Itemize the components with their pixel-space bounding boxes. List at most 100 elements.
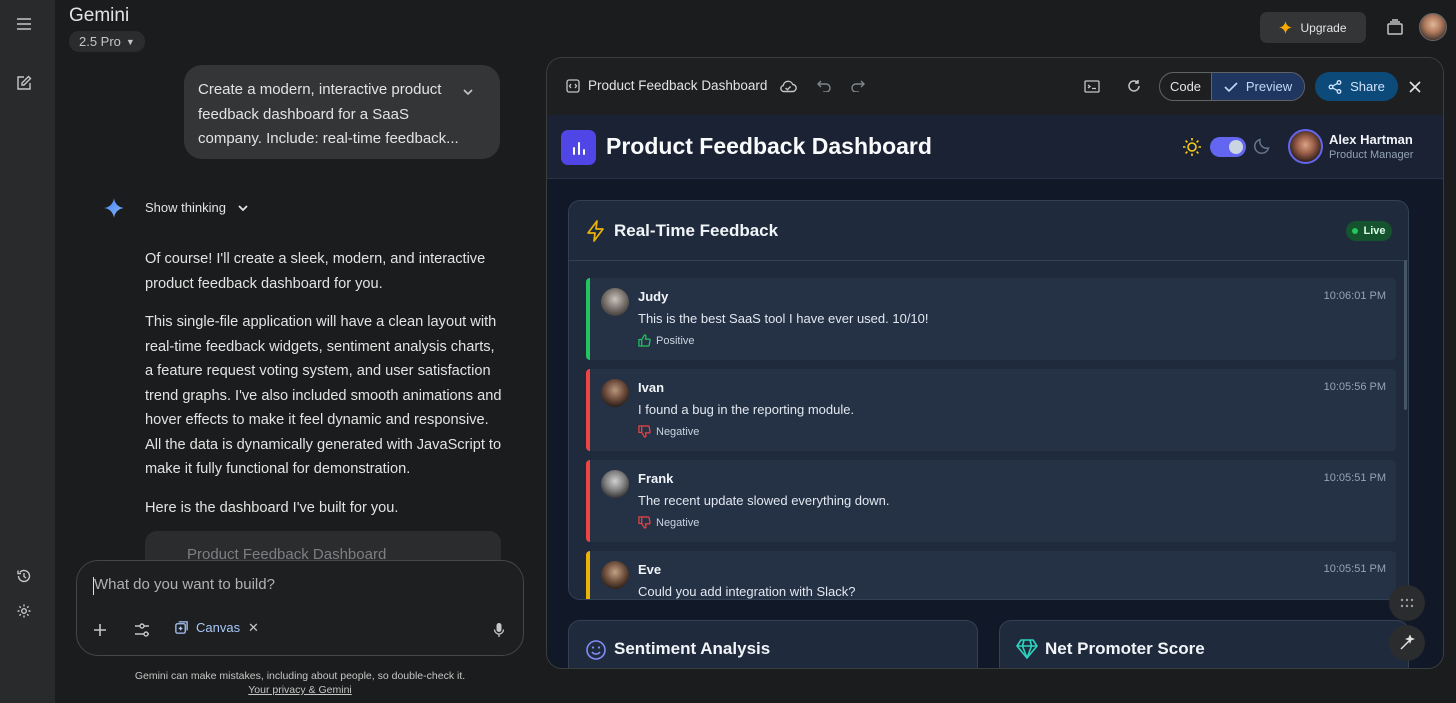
feedback-list: Judy This is the best SaaS tool I have e… [569,261,1408,599]
feedback-item[interactable]: Judy This is the best SaaS tool I have e… [586,278,1396,360]
dashboard-preview: Product Feedback Dashboard Alex Hartman … [547,115,1443,668]
sun-icon [1182,137,1202,157]
nps-title: Net Promoter Score [1045,639,1205,658]
account-avatar[interactable] [1419,13,1447,41]
feedback-item[interactable]: Ivan I found a bug in the reporting modu… [586,369,1396,451]
disclaimer: Gemini can make mistakes, including abou… [76,669,524,697]
cloud-saved-icon[interactable] [778,76,798,96]
view-toggle: Code Preview [1159,72,1305,101]
chevron-down-icon [238,204,248,211]
gemini-sparkle-icon [104,198,124,218]
app-title: Gemini [69,5,130,26]
user-avatar[interactable] [1288,129,1323,164]
feedback-item[interactable]: Eve Could you add integration with Slack… [586,551,1396,599]
code-file-icon [563,76,583,96]
canvas-panel: Product Feedback Dashboard Code Preview … [546,57,1444,669]
privacy-link[interactable]: Your privacy & Gemini [76,683,524,697]
response-paragraph: Of course! I'll create a sleek, modern, … [145,251,486,292]
feedback-name: Judy [638,289,669,304]
feedback-text: This is the best SaaS tool I have ever u… [638,311,929,326]
code-tab[interactable]: Code [1160,73,1212,100]
add-icon[interactable] [89,619,111,641]
disclaimer-text: Gemini can make mistakes, including abou… [134,670,466,682]
response-paragraph: This single-file application will have a… [145,314,502,477]
upgrade-label: Upgrade [1300,20,1347,35]
realtime-title: Real-Time Feedback [614,221,779,240]
left-rail [0,0,55,703]
theme-toggle[interactable] [1210,137,1246,157]
expand-chevron-icon[interactable] [460,84,476,100]
model-selector[interactable]: 2.5 Pro ▼ [69,31,145,52]
feedback-avatar [601,288,629,316]
canvas-toolbar: Product Feedback Dashboard Code Preview … [547,58,1443,115]
moon-icon [1253,137,1273,157]
realtime-feedback-card: Real-Time Feedback Live Judy This is the… [568,200,1409,600]
feedback-time: 10:06:01 PM [1323,290,1386,302]
dashboard-header: Product Feedback Dashboard Alex Hartman … [547,115,1443,179]
code-tab-label: Code [1169,79,1202,94]
preview-tab[interactable]: Preview [1212,73,1304,100]
user-name: Alex Hartman [1329,132,1413,147]
show-thinking-toggle[interactable]: Show thinking [145,200,250,215]
feedback-time: 10:05:51 PM [1323,472,1386,484]
share-icon [1328,79,1342,94]
gallery-icon[interactable] [1382,14,1408,40]
tools-icon[interactable] [131,619,153,641]
remove-canvas-icon[interactable]: ✕ [248,620,259,636]
canvas-tool-chip[interactable]: Canvas [174,620,240,635]
window-edge [1444,57,1456,669]
model-label: 2.5 Pro [79,34,121,49]
feedback-text: The recent update slowed everything down… [638,493,890,508]
scrollbar[interactable] [1404,260,1407,410]
share-label: Share [1350,79,1385,94]
feedback-name: Eve [638,562,662,577]
diamond-icon [1016,639,1038,659]
feedback-sentiment: Negative [638,516,699,529]
drag-handle-icon[interactable] [1389,585,1425,621]
response-paragraph: Here is the dashboard I've built for you… [145,500,399,516]
preview-tab-label: Preview [1245,79,1293,94]
feedback-sentiment: Negative [638,425,699,438]
sentiment-label: Negative [656,516,700,529]
realtime-header: Real-Time Feedback Live [569,201,1408,261]
sentiment-analysis-title: Sentiment Analysis [614,639,771,658]
microphone-icon[interactable] [488,619,510,641]
undo-icon[interactable] [814,76,834,96]
user-prompt-bubble: Create a modern, interactive product fee… [184,65,500,159]
menu-icon[interactable] [12,12,36,36]
prompt-input-box[interactable] [76,560,524,656]
close-canvas-icon[interactable] [1405,77,1425,97]
text-caret [93,577,94,595]
feedback-name: Ivan [638,380,665,395]
thumbs-up-icon [638,334,651,347]
feedback-text: I found a bug in the reporting module. [638,402,855,417]
thumbs-down-icon [638,425,651,438]
feedback-sentiment: Positive [638,334,695,347]
canvas-icon [175,621,188,634]
sentiment-label: Negative [656,425,700,438]
upgrade-button[interactable]: Upgrade [1260,12,1366,43]
prompt-input-placeholder[interactable]: What do you want to build? [94,576,275,593]
settings-icon[interactable] [12,599,36,623]
live-label: Live [1363,225,1386,237]
feedback-text: Could you add integration with Slack? [638,584,856,599]
check-icon [1224,81,1238,92]
redo-icon[interactable] [848,76,868,96]
dashboard-title: Product Feedback Dashboard [606,133,932,159]
lightning-icon [586,220,606,242]
console-icon[interactable] [1082,76,1102,96]
share-button[interactable]: Share [1315,72,1398,101]
feedback-item[interactable]: Frank The recent update slowed everythin… [586,460,1396,542]
live-badge: Live [1346,221,1392,241]
magic-edit-icon[interactable] [1389,625,1425,661]
caret-down-icon: ▼ [125,36,135,47]
thumbs-down-icon [638,516,651,529]
history-icon[interactable] [12,564,36,588]
sentiment-label: Positive [656,334,695,347]
canvas-chip-label: Canvas [196,620,241,635]
feedback-avatar [601,561,629,589]
show-thinking-label: Show thinking [145,200,226,215]
refresh-icon[interactable] [1124,76,1144,96]
feedback-avatar [601,470,629,498]
new-chat-icon[interactable] [12,71,36,95]
